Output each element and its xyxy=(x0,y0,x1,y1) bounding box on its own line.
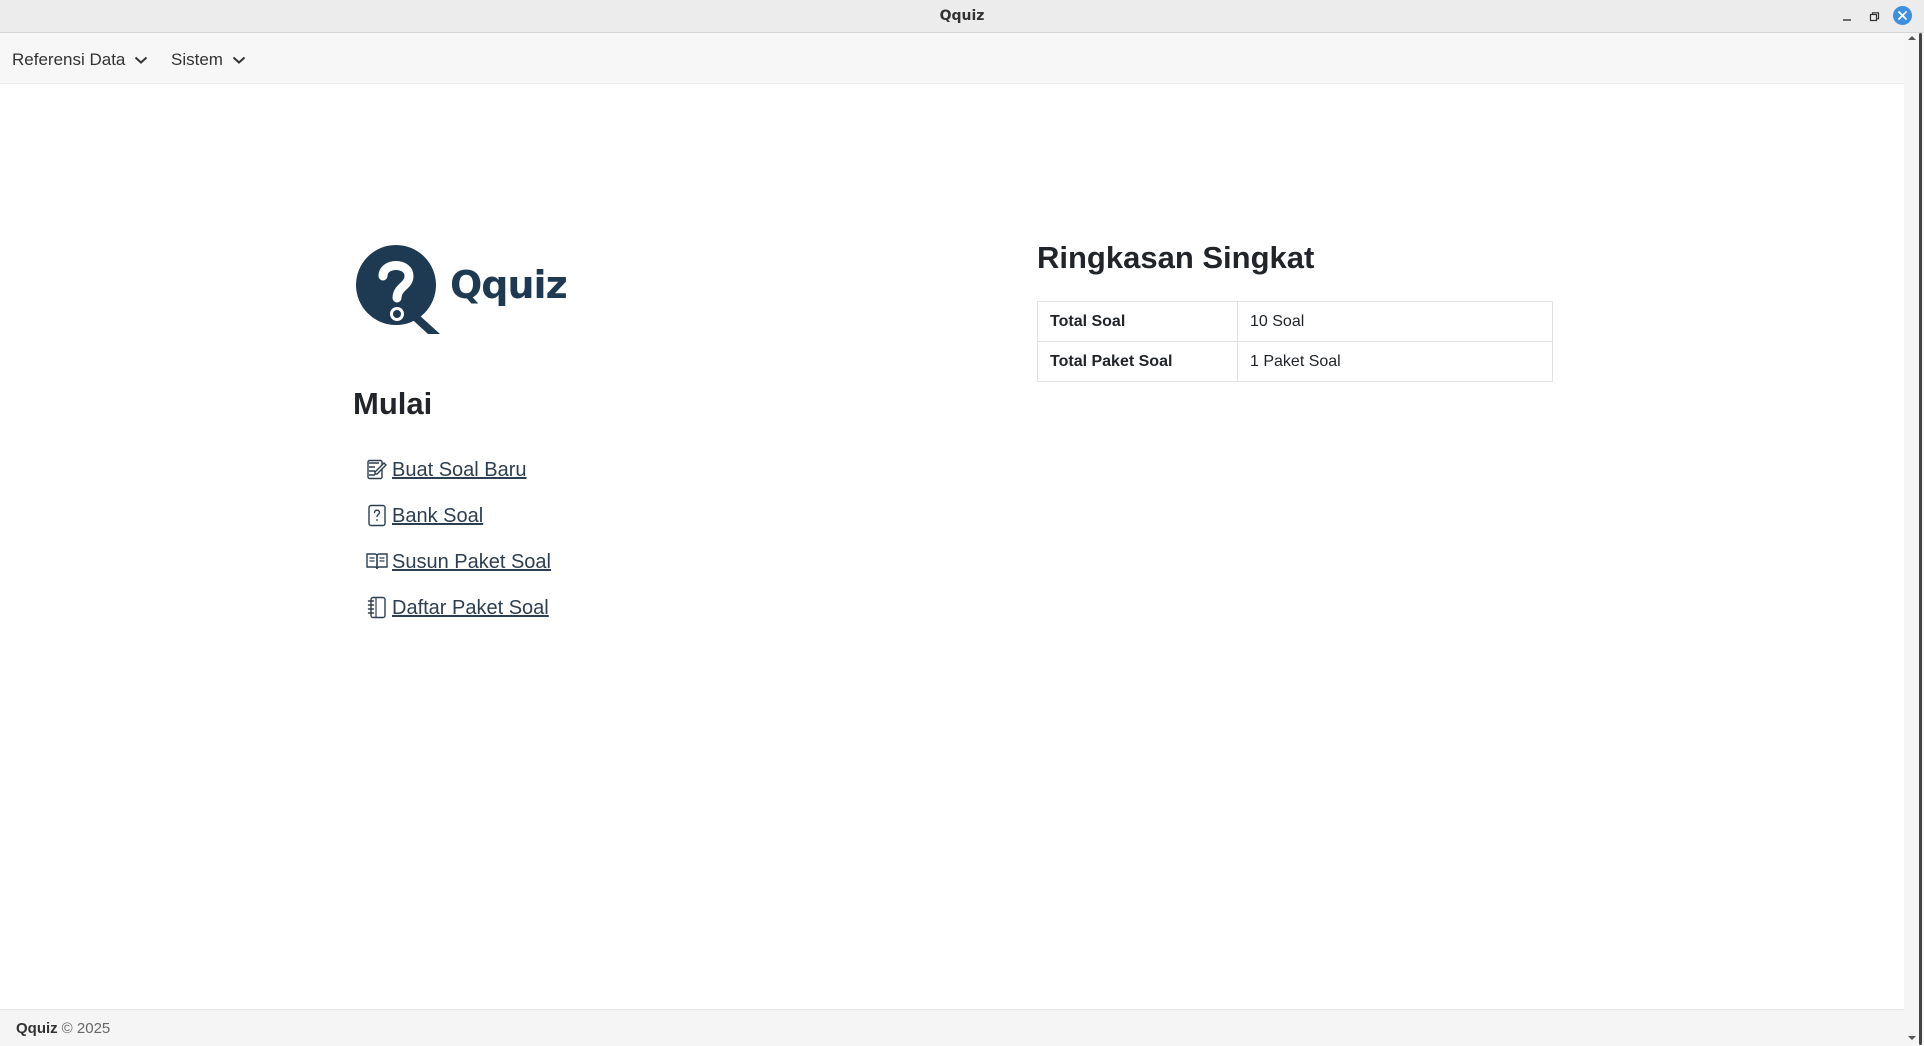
summary-value: 10 Soal xyxy=(1237,301,1553,342)
open-book-icon xyxy=(366,553,388,570)
link-label: Susun Paket Soal xyxy=(392,551,551,573)
scrollbar-thumb[interactable] xyxy=(1919,33,1922,1045)
start-heading: Mulai xyxy=(353,386,433,421)
chevron-down-icon xyxy=(232,56,246,64)
maximize-button[interactable] xyxy=(1865,8,1883,26)
chevron-down-icon xyxy=(135,56,148,64)
notebook-icon xyxy=(367,596,386,619)
window-titlebar: Qquiz xyxy=(0,0,1924,33)
minimize-button[interactable] xyxy=(1838,8,1856,26)
quick-links: Buat Soal Baru Bank Soal Susun Paket Soa… xyxy=(365,457,551,641)
logo-text: Qquiz xyxy=(450,263,568,307)
summary-label: Total Paket Soal xyxy=(1037,341,1238,382)
menu-referensi-data[interactable]: Referensi Data xyxy=(12,48,148,72)
link-label: Daftar Paket Soal xyxy=(392,597,549,619)
summary-heading: Ringkasan Singkat xyxy=(1037,240,1315,275)
close-icon xyxy=(1898,11,1907,20)
link-label: Bank Soal xyxy=(392,505,484,527)
restore-icon xyxy=(1869,12,1880,22)
scroll-down-arrow-icon[interactable] xyxy=(1906,1034,1918,1042)
link-susun-paket-soal[interactable]: Susun Paket Soal xyxy=(365,549,551,573)
summary-table: Total Soal 10 Soal Total Paket Soal 1 Pa… xyxy=(1037,301,1553,382)
menu-label: Referensi Data xyxy=(12,50,126,69)
question-file-icon xyxy=(368,504,386,527)
menu-label: Sistem xyxy=(171,50,223,69)
app-menubar: Referensi Data Sistem xyxy=(0,33,1904,84)
app-logo: Qquiz xyxy=(356,242,568,334)
scroll-up-arrow-icon[interactable] xyxy=(1906,34,1918,42)
close-button[interactable] xyxy=(1893,6,1912,25)
footer: Qquiz © 2025 xyxy=(0,1009,1904,1046)
link-bank-soal[interactable]: Bank Soal xyxy=(365,503,551,527)
footer-copyright: © 2025 xyxy=(61,1019,111,1037)
menu-sistem[interactable]: Sistem xyxy=(171,48,246,72)
link-daftar-paket-soal[interactable]: Daftar Paket Soal xyxy=(365,595,551,619)
summary-label: Total Soal xyxy=(1037,301,1238,342)
table-row: Total Paket Soal 1 Paket Soal xyxy=(1037,341,1553,382)
table-row: Total Soal 10 Soal xyxy=(1037,301,1553,342)
edit-note-icon xyxy=(367,459,387,480)
summary-value: 1 Paket Soal xyxy=(1237,341,1553,382)
window-title: Qquiz xyxy=(939,8,985,24)
question-q-logo-icon xyxy=(356,245,440,334)
footer-brand: Qquiz xyxy=(16,1019,58,1037)
link-label: Buat Soal Baru xyxy=(392,459,527,481)
link-buat-soal-baru[interactable]: Buat Soal Baru xyxy=(365,457,551,481)
minimize-icon xyxy=(1843,19,1851,21)
